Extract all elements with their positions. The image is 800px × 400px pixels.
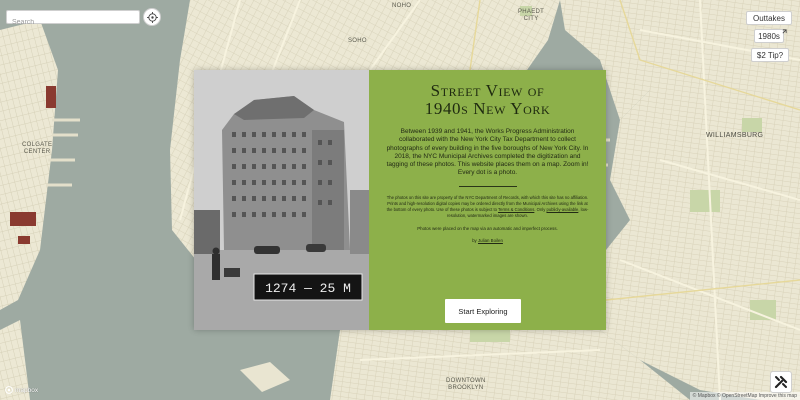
divider xyxy=(458,185,517,187)
outtakes-button[interactable]: Outtakes xyxy=(746,11,792,25)
photo-plate-number: 1274 — 25 M xyxy=(265,281,351,296)
tools-icon xyxy=(774,375,788,389)
map-label-williamsburg: WILLIAMSBURG xyxy=(706,132,764,139)
legal-notice: The photos on this site are property of … xyxy=(385,195,590,220)
intro-modal: 1274 — 25 M Street View of 1940s New Yor… xyxy=(194,70,606,330)
tools-button[interactable] xyxy=(770,371,792,393)
map-label-phaedt-city: PHAEDT CITY xyxy=(518,9,545,22)
intro-panel: Street View of 1940s New York Between 19… xyxy=(369,70,606,330)
modal-title: Street View of 1940s New York xyxy=(379,82,596,118)
byline-prefix: by xyxy=(472,237,477,243)
public-link[interactable]: publicly-available xyxy=(546,207,578,212)
mapbox-logo[interactable]: mapbox xyxy=(5,386,38,394)
modal-title-line2: 1940s New York xyxy=(424,99,551,118)
mapbox-icon xyxy=(5,386,13,394)
locate-button[interactable] xyxy=(143,8,161,26)
search-box xyxy=(6,10,140,29)
year-toggle-label: 1980s xyxy=(758,32,780,41)
historic-building-photo: 1274 — 25 M xyxy=(194,70,369,330)
mapbox-label: mapbox xyxy=(15,386,39,394)
search-input[interactable] xyxy=(7,16,139,29)
terms-link[interactable]: Terms & Conditions xyxy=(498,207,534,212)
map-label-downtown-brooklyn: DOWNTOWN BROOKLYN xyxy=(446,378,486,391)
map-label-noho: NOHO xyxy=(392,3,412,9)
year-toggle-button[interactable]: 1980s xyxy=(754,29,787,43)
modal-title-line1: Street View of xyxy=(430,81,545,100)
legal-notice-text-b: . Only xyxy=(534,207,546,213)
map-attribution[interactable]: © Mapbox © OpenStreetMap Improve this ma… xyxy=(689,392,800,400)
historic-building-photo-graphic: 1274 — 25 M xyxy=(194,70,369,330)
start-exploring-button[interactable]: Start Exploring xyxy=(445,299,521,323)
intro-description: Between 1939 and 1941, the Works Progres… xyxy=(386,128,589,177)
byline: by Julian Boilen xyxy=(379,238,596,243)
external-link-icon xyxy=(782,29,787,34)
author-link[interactable]: Julian Boilen xyxy=(478,238,503,243)
map-label-soho: SOHO xyxy=(348,38,367,44)
map-label-colgate-center: COLGATE CENTER xyxy=(22,142,53,155)
crosshair-icon xyxy=(146,11,158,23)
tip-button[interactable]: $2 Tip? xyxy=(751,48,789,62)
placement-note: Photos were placed on the map via an aut… xyxy=(417,225,558,231)
